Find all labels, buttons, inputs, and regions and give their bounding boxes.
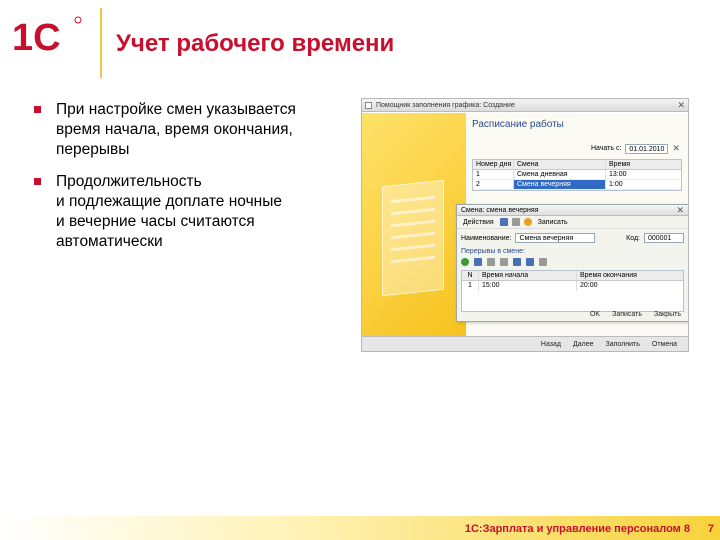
bullet-text: и подлежащие доплате ночные xyxy=(56,193,282,210)
window-icon xyxy=(365,101,372,109)
actions-menu[interactable]: Действия xyxy=(461,219,496,226)
bullet-text: и вечерние часы считаются xyxy=(56,213,255,230)
bullet-text: время начала, время окончания, xyxy=(56,121,293,138)
name-field[interactable]: Смена вечерняя xyxy=(515,233,596,243)
wizard-title: Помощник заполнения графика: Создание xyxy=(376,101,515,109)
code-field[interactable]: 000001 xyxy=(644,233,684,243)
logo-1c: 1С xyxy=(12,16,82,58)
breaks-toolbar xyxy=(457,256,688,268)
close-button[interactable]: Закрыть xyxy=(651,311,684,318)
bullet-text: Продолжительность xyxy=(56,173,202,190)
move-down-icon[interactable] xyxy=(526,258,534,266)
bullet-item: Продолжительность и подлежащие доплате н… xyxy=(32,172,352,252)
help-icon[interactable] xyxy=(523,218,532,226)
schedule-grid: Номер дня Смена Время 1 Смена дневная 13… xyxy=(472,159,682,191)
move-up-icon[interactable] xyxy=(513,258,521,266)
shift-toolbar: Действия Записать xyxy=(457,216,688,229)
logo-text: 1С xyxy=(12,17,61,58)
page-number: 7 xyxy=(707,523,714,535)
table-row[interactable]: 1 15:00 20:00 xyxy=(462,281,683,291)
wizard-footer: Назад Далее Заполнить Отмена xyxy=(362,336,688,351)
period-row: Начать с: 01.01.2010 ✕ xyxy=(591,143,680,154)
next-button[interactable]: Далее xyxy=(570,341,597,348)
write-button[interactable]: Записать xyxy=(609,311,645,318)
shift-title: Смена: смена вечерняя xyxy=(461,206,539,214)
bullet-list: При настройке смен указывается время нач… xyxy=(32,100,352,264)
bullet-marker xyxy=(34,178,41,185)
breaks-grid: N Время начала Время окончания 1 15:00 2… xyxy=(461,270,684,312)
period-label: Начать с: xyxy=(590,145,622,152)
save-icon[interactable] xyxy=(499,218,508,226)
code-label: Код: xyxy=(626,234,640,242)
close-icon[interactable]: ✕ xyxy=(672,143,680,154)
edit-icon[interactable] xyxy=(487,258,495,266)
back-button[interactable]: Назад xyxy=(538,341,564,348)
period-field[interactable]: 01.01.2010 xyxy=(625,143,669,154)
shift-titlebar: Смена: смена вечерняя ✕ xyxy=(457,205,688,216)
close-icon[interactable]: ✕ xyxy=(677,100,685,111)
header-divider xyxy=(100,8,102,78)
fill-button[interactable]: Заполнить xyxy=(603,341,643,348)
wizard-illustration xyxy=(362,113,466,338)
bullet-marker xyxy=(34,106,41,113)
breaks-label: Перерывы в смене: xyxy=(461,248,525,255)
grid-header: Номер дня Смена Время xyxy=(473,160,681,170)
bullet-item: При настройке смен указывается время нач… xyxy=(32,100,352,160)
footer-product-name: 1С:Зарплата и управление персоналом 8 xyxy=(464,523,690,535)
name-label: Наименование: xyxy=(461,234,512,242)
table-row[interactable]: 1 Смена дневная 13:00 xyxy=(473,170,681,180)
schedule-title: Расписание работы xyxy=(472,119,564,130)
page-title: Учет рабочего времени xyxy=(116,30,395,57)
copy-icon[interactable] xyxy=(474,258,482,266)
bullet-text: При настройке смен указывается xyxy=(56,101,296,118)
calendar-illustration xyxy=(382,179,444,297)
delete-icon[interactable] xyxy=(500,258,508,266)
cancel-button[interactable]: Отмена xyxy=(649,341,680,348)
shift-name-row: Наименование: Смена вечерняя Код: 000001 xyxy=(457,229,688,247)
grid-header: N Время начала Время окончания xyxy=(462,271,683,281)
ok-button[interactable]: OK xyxy=(587,311,603,318)
table-row[interactable]: 2 Смена вечерняя 1:00 xyxy=(473,180,681,190)
close-icon[interactable]: ✕ xyxy=(676,205,684,216)
sort-icon[interactable] xyxy=(539,258,547,266)
write-button[interactable]: Записать xyxy=(536,219,570,226)
app-screenshot: Помощник заполнения графика: Создание ✕ … xyxy=(361,98,689,352)
wizard-titlebar: Помощник заполнения графика: Создание ✕ xyxy=(362,99,688,112)
add-icon[interactable] xyxy=(461,258,469,266)
bullet-text: автоматически xyxy=(56,233,163,250)
refresh-icon[interactable] xyxy=(511,218,520,226)
shift-buttons: OK Записать Закрыть xyxy=(587,311,684,318)
shift-window: Смена: смена вечерняя ✕ Действия Записат… xyxy=(456,204,688,322)
bullet-text: перерывы xyxy=(56,141,130,158)
